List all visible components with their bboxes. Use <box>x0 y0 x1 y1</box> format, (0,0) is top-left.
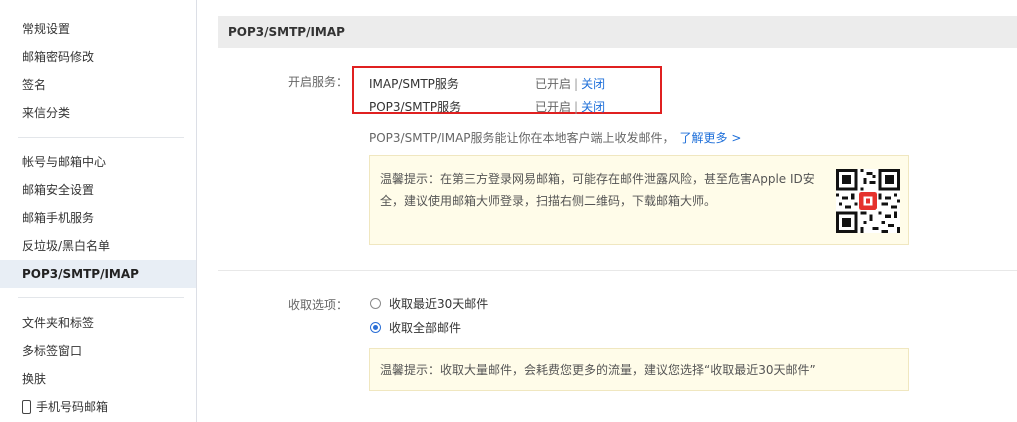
pop3-service-status: 已开启 | 关闭 <box>535 98 605 115</box>
sidebar-item-mobile-service[interactable]: 邮箱手机服务 <box>0 204 196 232</box>
receive-options-label: 收取选项： <box>288 298 349 312</box>
sidebar-item-account-center[interactable]: 帐号与邮箱中心 <box>0 148 196 176</box>
sidebar-item-folders-tags[interactable]: 文件夹和标签 <box>0 309 196 337</box>
security-tip-text: 温馨提示：在第三方登录网易邮箱，可能存在邮件泄露风险，甚至危害Apple ID安… <box>380 168 825 212</box>
sidebar-item-general[interactable]: 常规设置 <box>0 15 196 43</box>
imap-close-link[interactable]: 关闭 <box>581 77 605 91</box>
traffic-tip-text: 温馨提示：收取大量邮件，会耗费您更多的流量，建议您选择“收取最近30天邮件” <box>380 363 816 377</box>
radio-label: 收取最近30天邮件 <box>389 297 489 311</box>
sidebar-item-pop3-smtp-imap[interactable]: POP3/SMTP/IMAP <box>0 260 196 288</box>
service-description: POP3/SMTP/IMAP服务能让你在本地客户端上收发邮件， 了解更多 > <box>369 129 741 146</box>
sidebar-item-security[interactable]: 邮箱安全设置 <box>0 176 196 204</box>
security-tip-line-2: 全，建议使用邮箱大师登录，扫描右侧二维码，下载邮箱大师。 <box>380 194 717 208</box>
radio-recent-30-days[interactable] <box>370 298 381 309</box>
pop3-service-name: POP3/SMTP服务 <box>369 100 462 114</box>
service-description-text: POP3/SMTP/IMAP服务能让你在本地客户端上收发邮件， <box>369 131 675 145</box>
sidebar-item-signature[interactable]: 签名 <box>0 71 196 99</box>
sidebar-item-mail-filter[interactable]: 来信分类 <box>0 99 196 127</box>
traffic-tip-box: 温馨提示：收取大量邮件，会耗费您更多的流量，建议您选择“收取最近30天邮件” <box>369 348 909 391</box>
section-divider <box>218 270 1017 271</box>
settings-page: 常规设置 邮箱密码修改 签名 来信分类 帐号与邮箱中心 邮箱安全设置 邮箱手机服… <box>0 0 1017 422</box>
phone-icon <box>22 399 31 414</box>
imap-service-status: 已开启 | 关闭 <box>535 75 605 92</box>
sidebar-item-phone-mailbox[interactable]: 手机号码邮箱 <box>0 393 196 421</box>
service-status-text: 已开启 <box>535 77 572 91</box>
radio-receive-all[interactable] <box>370 322 381 333</box>
learn-more-link[interactable]: 了解更多 > <box>680 131 742 145</box>
main-content: POP3/SMTP/IMAP 开启服务： IMAP/SMTP服务 已开启 | 关闭 … <box>218 0 1017 422</box>
page-title: POP3/SMTP/IMAP <box>218 16 1017 48</box>
security-tip-line-1: 温馨提示：在第三方登录网易邮箱，可能存在邮件泄露风险，甚至危害Apple ID安 <box>380 172 815 186</box>
sidebar-item-multi-tab[interactable]: 多标签窗口 <box>0 337 196 365</box>
receive-all-option[interactable]: 收取全部邮件 <box>370 319 461 337</box>
settings-sidebar: 常规设置 邮箱密码修改 签名 来信分类 帐号与邮箱中心 邮箱安全设置 邮箱手机服… <box>0 0 197 422</box>
pop3-close-link[interactable]: 关闭 <box>581 100 605 114</box>
sidebar-item-antispam[interactable]: 反垃圾/黑白名单 <box>0 232 196 260</box>
qr-code-icon <box>836 169 900 233</box>
radio-label: 收取全部邮件 <box>389 321 462 335</box>
status-separator: | <box>574 100 579 114</box>
sidebar-divider <box>18 297 184 298</box>
sidebar-item-password[interactable]: 邮箱密码修改 <box>0 43 196 71</box>
status-separator: | <box>574 77 579 91</box>
sidebar-item-skin[interactable]: 换肤 <box>0 365 196 393</box>
services-label: 开启服务： <box>288 75 349 89</box>
security-tip-box: 温馨提示：在第三方登录网易邮箱，可能存在邮件泄露风险，甚至危害Apple ID安… <box>369 155 909 245</box>
imap-service-name: IMAP/SMTP服务 <box>369 77 459 91</box>
receive-recent-30-days-option[interactable]: 收取最近30天邮件 <box>370 295 488 313</box>
sidebar-item-label: 手机号码邮箱 <box>36 400 109 414</box>
sidebar-divider <box>18 137 184 138</box>
service-status-text: 已开启 <box>535 100 572 114</box>
